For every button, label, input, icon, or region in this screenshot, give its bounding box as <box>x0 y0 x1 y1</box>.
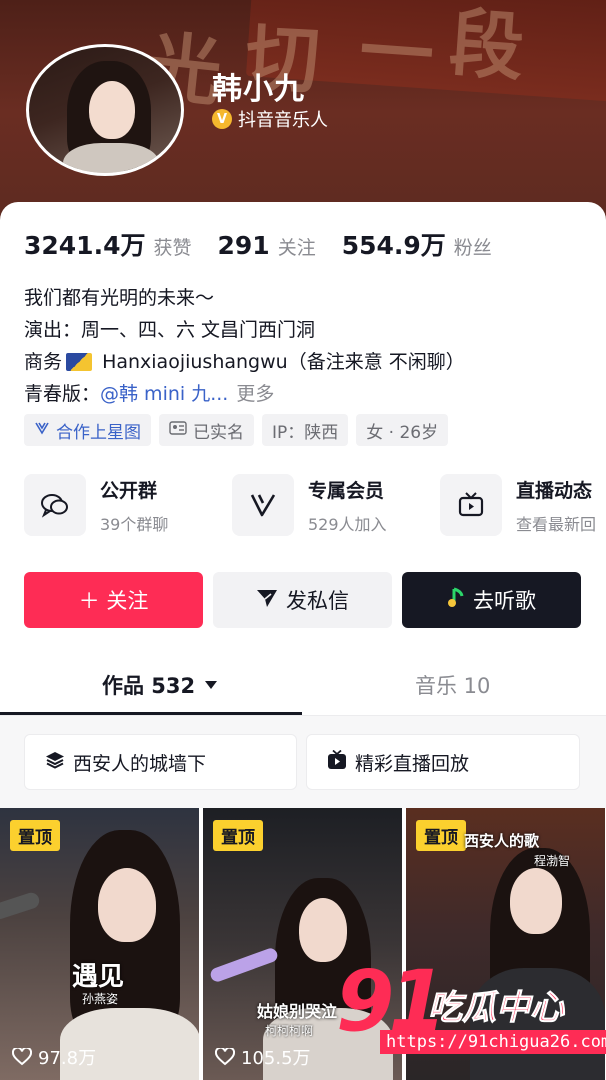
tag-label: 合作上星图 <box>56 422 141 443</box>
feature-title: 公开群 <box>100 479 158 502</box>
music-note-icon <box>447 587 465 614</box>
collection-live-replay[interactable]: 精彩直播回放 <box>306 734 580 790</box>
feature-sub: 查看最新回 <box>516 514 597 534</box>
collection-city-wall[interactable]: 西安人的城墙下 <box>24 734 297 790</box>
profile-card: 3241.4万 获赞 291 关注 554.9万 粉丝 我们都有光明的未来～ 演… <box>0 202 606 1080</box>
heart-icon <box>215 1048 235 1066</box>
content-tabs: 作品 532 音乐 10 <box>0 650 606 716</box>
collection-label: 西安人的城墙下 <box>73 752 207 775</box>
music-label: 去听歌 <box>473 589 536 613</box>
watermark-url: https://91chigua26.com <box>380 1030 606 1054</box>
banner-char: 段 <box>446 0 527 92</box>
tags-row: 合作上星图 已实名 IP：陕西 女 · 26岁 <box>24 414 449 446</box>
stat-label: 关注 <box>277 237 316 259</box>
stat-label: 粉丝 <box>453 237 492 259</box>
watermark-text: 吃瓜中心 <box>428 988 565 1029</box>
tab-works[interactable]: 作品 532 <box>102 670 218 700</box>
layers-icon <box>45 750 65 775</box>
likes-value: 97.8万 <box>38 1048 97 1069</box>
pinned-badge: 置顶 <box>416 820 466 851</box>
feature-sub: 529人加入 <box>308 514 387 534</box>
vip-v-icon <box>232 474 294 536</box>
tab-active-indicator <box>0 712 302 715</box>
collection-section: 西安人的城墙下 精彩直播回放 <box>0 716 606 808</box>
bio-line: 青春版：@韩 mini 九... 更多 <box>24 378 465 410</box>
feature-title: 直播动态 <box>516 479 593 502</box>
likes-count: 97.8万 <box>12 1044 96 1070</box>
pinned-badge: 置顶 <box>213 820 263 851</box>
more-link[interactable]: 更多 <box>236 383 274 405</box>
stat-label: 获赞 <box>153 237 192 259</box>
heart-icon <box>12 1048 32 1066</box>
tag-label: IP：陕西 <box>272 422 339 443</box>
bio-line: 我们都有光明的未来～ <box>24 287 215 309</box>
features-row: 公开群 39个群聊 专属会员 529人加入 直播动态 查看最新回 <box>24 474 606 536</box>
send-icon <box>256 588 278 613</box>
tab-label: 作品 532 <box>102 674 196 698</box>
video-caption: 姑娘别哭泣 <box>257 1002 338 1021</box>
video-thumbnail[interactable]: 置顶 遇见 孙燕姿 97.8万 <box>0 808 199 1080</box>
stat-followers[interactable]: 554.9万 粉丝 <box>342 226 492 262</box>
follow-button[interactable]: ＋ 关注 <box>24 572 203 628</box>
dropdown-triangle-icon <box>205 681 218 689</box>
action-buttons: ＋ 关注 发私信 去听歌 <box>24 572 581 628</box>
pinned-badge: 置顶 <box>10 820 60 851</box>
bio-business: Hanxiaojiushangwu（备注来意 不闲聊） <box>102 351 465 373</box>
banner-char: 一 <box>356 8 437 100</box>
feature-sub: 39个群聊 <box>100 514 169 534</box>
listen-music-button[interactable]: 去听歌 <box>402 572 581 628</box>
tag-label: 女 · 26岁 <box>366 422 439 443</box>
video-caption-sub: 程渤智 <box>534 854 571 868</box>
video-caption-sub: 柯柯柯啊 <box>265 1024 314 1038</box>
tv-icon <box>440 474 502 536</box>
verified-musician[interactable]: V 抖音音乐人 <box>212 106 328 132</box>
tag-gender-age: 女 · 26岁 <box>356 414 449 446</box>
bio-line: 演出：周一、四、六 文昌门西门洞 <box>24 319 316 341</box>
tag-label: 已实名 <box>193 422 244 443</box>
bio-line: 商务 Hanxiaojiushangwu（备注来意 不闲聊） <box>24 346 465 378</box>
bio-prefix: 商务 <box>24 351 63 373</box>
tab-music[interactable]: 音乐 10 <box>415 670 490 700</box>
video-caption-sub: 孙燕姿 <box>82 992 119 1006</box>
stat-number: 3241.4万 <box>24 231 146 260</box>
avatar[interactable] <box>26 44 184 176</box>
flag-icon <box>66 353 93 371</box>
watermark: 91 吃瓜中心 https://91chigua26.com <box>336 952 606 1062</box>
tag-verified-id[interactable]: 已实名 <box>159 414 254 446</box>
video-caption: 西安人的歌 <box>464 832 540 850</box>
likes-value: 105.5万 <box>241 1048 311 1069</box>
star-map-icon <box>34 420 50 440</box>
feature-public-group[interactable]: 公开群 39个群聊 <box>24 474 210 536</box>
bio: 我们都有光明的未来～ 演出：周一、四、六 文昌门西门洞 商务 Hanxiaoji… <box>24 282 465 410</box>
video-caption: 遇见 <box>72 962 125 992</box>
group-chat-icon <box>24 474 86 536</box>
profile-name: 韩小九 <box>212 72 305 107</box>
likes-count: 105.5万 <box>215 1044 311 1070</box>
mention-link[interactable]: @韩 mini 九... <box>100 383 228 405</box>
stat-following[interactable]: 291 关注 <box>218 231 316 260</box>
feature-title: 专属会员 <box>308 479 385 502</box>
message-label: 发私信 <box>286 589 349 613</box>
stat-likes[interactable]: 3241.4万 获赞 <box>24 226 192 262</box>
verified-badge-icon: V <box>212 109 232 129</box>
tag-ip: IP：陕西 <box>262 414 349 446</box>
tv-play-icon <box>327 749 347 775</box>
feature-live[interactable]: 直播动态 查看最新回 <box>440 474 606 536</box>
id-card-icon <box>169 421 187 439</box>
stat-number: 291 <box>217 231 270 260</box>
collection-label: 精彩直播回放 <box>355 752 470 775</box>
tag-star-map[interactable]: 合作上星图 <box>24 414 151 446</box>
verify-label: 抖音音乐人 <box>238 110 328 131</box>
feature-membership[interactable]: 专属会员 529人加入 <box>232 474 418 536</box>
tab-label: 音乐 10 <box>415 674 491 698</box>
bio-prefix: 青春版： <box>24 383 101 405</box>
stat-number: 554.9万 <box>341 231 446 260</box>
message-button[interactable]: 发私信 <box>213 572 392 628</box>
stats-row: 3241.4万 获赞 291 关注 554.9万 粉丝 <box>24 226 518 262</box>
